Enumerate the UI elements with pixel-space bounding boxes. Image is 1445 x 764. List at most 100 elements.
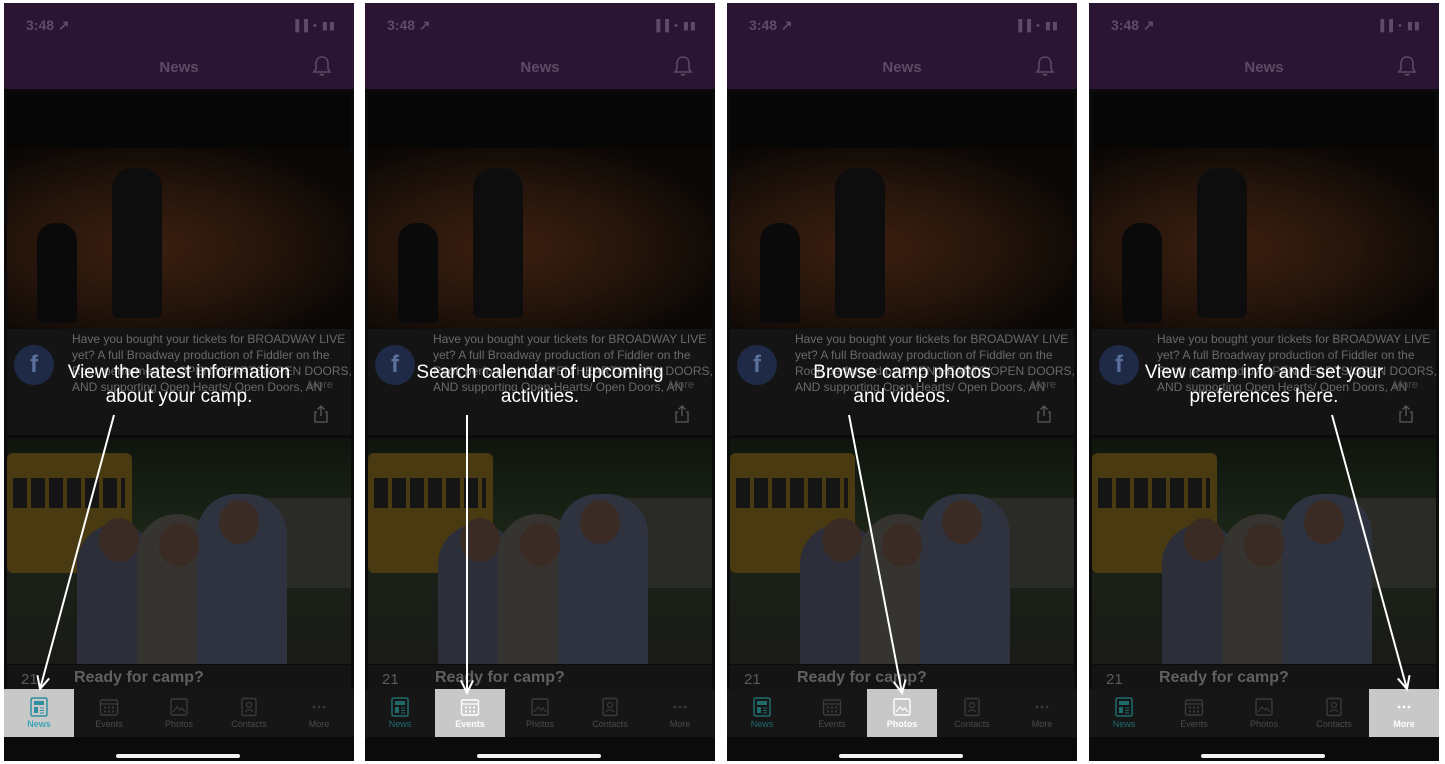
news-icon: [391, 697, 409, 717]
event-title: Ready for camp?: [1159, 669, 1289, 686]
tab-news[interactable]: News: [1089, 689, 1159, 737]
callout-line-1: Browse camp photos: [813, 362, 991, 383]
camper-head: [942, 500, 982, 544]
event-day: 21: [1106, 671, 1123, 688]
tab-contacts[interactable]: Contacts: [1299, 689, 1369, 737]
camper-head: [580, 500, 620, 544]
news-icon: [1115, 697, 1133, 717]
status-time: 3:48 ↗: [26, 17, 70, 33]
home-indicator[interactable]: [116, 754, 240, 758]
home-indicator[interactable]: [477, 754, 601, 758]
tab-contacts[interactable]: Contacts: [214, 689, 284, 737]
tab-news[interactable]: News: [4, 689, 74, 737]
post-photo-campers[interactable]: [7, 438, 351, 664]
callout-line-1: View camp info and set your: [1144, 362, 1384, 383]
post-photo-stage[interactable]: [730, 93, 1074, 329]
post-photo-campers[interactable]: [1092, 438, 1436, 664]
event-title: Ready for camp?: [74, 669, 204, 686]
home-indicator[interactable]: [1201, 754, 1325, 758]
status-indicators: ▐▐ • ▮▮: [652, 20, 697, 32]
onboarding-panel-photos: 3:48 ↗ ▐▐ • ▮▮ News f Have you bought yo…: [727, 3, 1077, 761]
post-photo-stage[interactable]: [1092, 93, 1436, 329]
performer-silhouette: [1122, 223, 1162, 323]
bell-icon[interactable]: [673, 55, 693, 77]
tab-events[interactable]: Events: [797, 689, 867, 737]
photos-icon: [1255, 698, 1273, 716]
tab-news[interactable]: News: [365, 689, 435, 737]
tab-more[interactable]: More: [645, 689, 715, 737]
home-indicator[interactable]: [839, 754, 963, 758]
event-day: 21: [382, 671, 399, 688]
post-photo-campers[interactable]: [730, 438, 1074, 664]
tab-news[interactable]: News: [727, 689, 797, 737]
tab-photos[interactable]: Photos: [505, 689, 575, 737]
tab-photos[interactable]: Photos: [1229, 689, 1299, 737]
photos-icon: [893, 698, 911, 716]
onboarding-panel-more: 3:48 ↗ ▐▐ • ▮▮ News f Have you bought yo…: [1089, 3, 1439, 761]
performer-silhouette: [1197, 168, 1247, 318]
tab-photos[interactable]: Photos: [867, 689, 937, 737]
event-title: Ready for camp?: [797, 669, 927, 686]
contacts-icon: [602, 697, 618, 717]
camper-head: [159, 523, 199, 567]
camper-head: [822, 518, 862, 562]
location-arrow-icon: ↗: [57, 17, 70, 33]
callout-line-2: about your camp.: [105, 386, 253, 407]
app-header: 3:48 ↗ ▐▐ • ▮▮ News: [365, 3, 715, 89]
bell-icon[interactable]: [1397, 55, 1417, 77]
status-indicators: ▐▐ • ▮▮: [291, 20, 336, 32]
tab-more[interactable]: More: [1007, 689, 1077, 737]
news-icon: [30, 697, 48, 717]
tab-contacts[interactable]: Contacts: [575, 689, 645, 737]
post-photo-stage[interactable]: [7, 93, 351, 329]
onboarding-panel-events: 3:48 ↗ ▐▐ • ▮▮ News f Have you bought yo…: [365, 3, 715, 761]
status-time: 3:48 ↗: [387, 17, 431, 33]
tab-photos[interactable]: Photos: [144, 689, 214, 737]
tab-more[interactable]: More: [1369, 689, 1439, 737]
contacts-icon: [1326, 697, 1342, 717]
callout-line-2: preferences here.: [1189, 386, 1339, 407]
tab-events[interactable]: Events: [435, 689, 505, 737]
app-header: 3:48 ↗ ▐▐ • ▮▮ News: [1089, 3, 1439, 89]
tab-bar: News Events Photos Contacts More: [727, 689, 1077, 737]
event-title: Ready for camp?: [435, 669, 565, 686]
calendar-icon: [822, 699, 842, 716]
bell-icon[interactable]: [312, 55, 332, 77]
callout-line-2: activities.: [500, 386, 580, 407]
tab-events[interactable]: Events: [1159, 689, 1229, 737]
event-day: 21: [744, 671, 761, 688]
camper-head: [460, 518, 500, 562]
contacts-icon: [241, 697, 257, 717]
onboarding-callout: View the latest information about your c…: [4, 361, 354, 409]
tab-more[interactable]: More: [284, 689, 354, 737]
app-header: 3:48 ↗ ▐▐ • ▮▮ News: [727, 3, 1077, 89]
camper-head: [1184, 518, 1224, 562]
calendar-icon: [99, 699, 119, 716]
status-indicators: ▐▐ • ▮▮: [1376, 20, 1421, 32]
bell-icon[interactable]: [1035, 55, 1055, 77]
onboarding-panel-news: 3:48 ↗ ▐▐ • ▮▮ News f Have you bought yo…: [4, 3, 354, 761]
more-icon: [1035, 705, 1049, 709]
page-title: News: [159, 59, 199, 76]
location-arrow-icon: ↗: [780, 17, 793, 33]
tab-events[interactable]: Events: [74, 689, 144, 737]
contacts-icon: [964, 697, 980, 717]
onboarding-callout: Search calendar of upcoming activities.: [365, 361, 715, 409]
callout-line-2: and videos.: [853, 386, 951, 407]
calendar-icon: [460, 699, 480, 716]
calendar-icon: [1184, 699, 1204, 716]
post-photo-stage[interactable]: [368, 93, 712, 329]
performer-silhouette: [835, 168, 885, 318]
tab-contacts[interactable]: Contacts: [937, 689, 1007, 737]
performer-silhouette: [398, 223, 438, 323]
camper-head: [882, 523, 922, 567]
performer-silhouette: [760, 223, 800, 323]
callout-line-1: Search calendar of upcoming: [416, 362, 664, 383]
location-arrow-icon: ↗: [1142, 17, 1155, 33]
location-arrow-icon: ↗: [418, 17, 431, 33]
event-day: 21: [21, 671, 38, 688]
post-photo-campers[interactable]: [368, 438, 712, 664]
photos-icon: [531, 698, 549, 716]
performer-silhouette: [37, 223, 77, 323]
callout-line-1: View the latest information: [67, 362, 291, 383]
